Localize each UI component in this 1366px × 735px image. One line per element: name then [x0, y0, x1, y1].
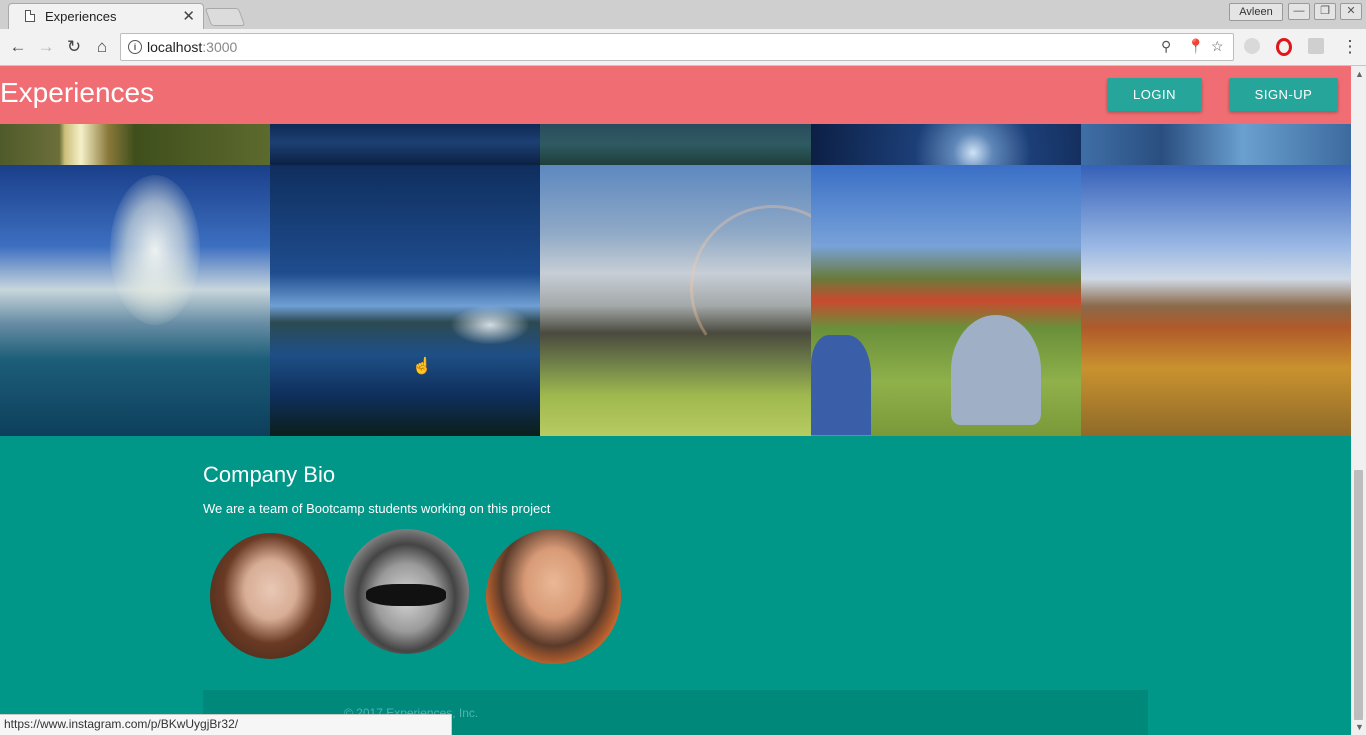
- water-photo[interactable]: [540, 124, 811, 165]
- team-member-avatar-1[interactable]: [210, 533, 331, 659]
- company-bio-text: We are a team of Bootcamp students worki…: [203, 501, 551, 516]
- site-footer: Company Bio We are a team of Bootcamp st…: [0, 436, 1351, 735]
- lake-photo[interactable]: [270, 124, 540, 165]
- minimize-button[interactable]: —: [1288, 3, 1310, 20]
- address-bar[interactable]: i localhost:3000 ⚲ 📍 ☆: [120, 33, 1234, 61]
- niagara-river-photo[interactable]: [270, 165, 540, 436]
- browser-toolbar: ← → ↻ ⌂ i localhost:3000 ⚲ 📍 ☆ ⋮: [0, 29, 1366, 66]
- link-status-bubble: https://www.instagram.com/p/BKwUygjBr32/: [0, 714, 452, 735]
- scroll-up-icon[interactable]: ▲: [1355, 69, 1364, 79]
- browser-tab[interactable]: Experiences ✕: [8, 3, 204, 29]
- close-tab-icon[interactable]: ✕: [182, 7, 195, 25]
- zoom-icon[interactable]: ⚲: [1161, 38, 1171, 55]
- info-icon[interactable]: i: [128, 40, 142, 54]
- waterfall-photo[interactable]: [0, 165, 270, 436]
- hand-cursor-icon: ☝: [412, 358, 432, 375]
- bookmark-star-icon[interactable]: ☆: [1211, 38, 1224, 55]
- harbor-photo[interactable]: [811, 124, 1081, 165]
- extension-icon[interactable]: [1244, 38, 1260, 54]
- page-viewport: Experiences LOGIN SIGN-UP Company Bio We…: [0, 66, 1351, 735]
- team-member-avatar-3[interactable]: [486, 529, 621, 664]
- new-tab-button[interactable]: [204, 8, 246, 26]
- lamp-photo[interactable]: [0, 124, 270, 165]
- site-navbar: Experiences LOGIN SIGN-UP: [0, 66, 1351, 124]
- company-bio-title: Company Bio: [203, 462, 336, 487]
- tab-title: Experiences: [45, 9, 117, 24]
- menu-icon[interactable]: ⋮: [1340, 37, 1360, 57]
- url-text: localhost:3000: [147, 39, 238, 55]
- signup-button[interactable]: SIGN-UP: [1229, 78, 1338, 111]
- reload-icon[interactable]: ↻: [64, 37, 84, 57]
- car-photo[interactable]: [1081, 124, 1351, 165]
- browser-titlebar: Experiences ✕ Avleen — ❐ ✕: [0, 0, 1366, 29]
- campsite-tents-photo[interactable]: [811, 165, 1081, 436]
- login-button[interactable]: LOGIN: [1107, 78, 1202, 111]
- rainbow-ranch-photo[interactable]: [540, 165, 811, 436]
- profile-button[interactable]: Avleen: [1229, 3, 1283, 21]
- opera-icon[interactable]: [1276, 38, 1292, 56]
- extension-grid-icon[interactable]: [1308, 38, 1324, 54]
- back-icon[interactable]: ←: [8, 37, 28, 57]
- page-scrollbar[interactable]: ▲ ▼: [1351, 66, 1366, 735]
- photo-grid: [0, 124, 1351, 436]
- maximize-button[interactable]: ❐: [1314, 3, 1336, 20]
- pin-icon[interactable]: 📍: [1187, 38, 1204, 55]
- window-close-button[interactable]: ✕: [1340, 3, 1362, 20]
- scroll-thumb[interactable]: [1354, 470, 1363, 720]
- document-icon: [25, 10, 35, 22]
- scroll-down-icon[interactable]: ▼: [1355, 722, 1364, 732]
- red-rock-canyon-photo[interactable]: [1081, 165, 1351, 436]
- brand-logo[interactable]: Experiences: [0, 77, 154, 109]
- forward-icon[interactable]: →: [36, 37, 56, 57]
- team-member-avatar-2[interactable]: [344, 529, 469, 654]
- home-icon[interactable]: ⌂: [92, 37, 112, 57]
